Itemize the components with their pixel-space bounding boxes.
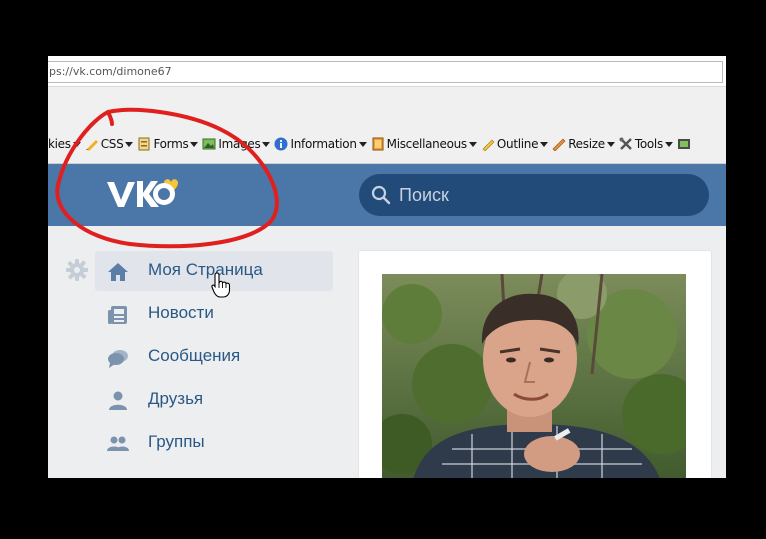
chevron-down-icon (468, 141, 477, 147)
tools-icon (619, 137, 632, 150)
outline-pencil-icon (482, 139, 495, 151)
sidebar-item-news[interactable]: Новости (95, 294, 333, 334)
resize-icon (552, 138, 566, 151)
vk-header: Поиск (48, 164, 726, 226)
screenshot-frame: ps://vk.com/dimone67 kies CSS Forms Imag… (48, 56, 726, 478)
news-icon (108, 306, 127, 324)
search-placeholder: Поиск (399, 185, 449, 205)
sidebar-item-photos[interactable] (95, 466, 333, 478)
toolbar-item-tools[interactable]: Tools (619, 137, 673, 151)
browser-address-bar: ps://vk.com/dimone67 (48, 56, 726, 87)
chevron-down-icon (125, 141, 134, 147)
more-options-icon (677, 139, 690, 149)
toolbar-item-outline[interactable]: Outline (481, 137, 549, 151)
chevron-down-icon (72, 141, 81, 147)
toolbar-label-tools: Tools (634, 137, 663, 151)
sidebar-item-groups[interactable]: Группы (95, 423, 333, 463)
search-icon (371, 185, 391, 205)
sidebar-item-label: Моя Страница (148, 260, 263, 279)
messages-icon (108, 350, 128, 368)
url-field[interactable]: ps://vk.com/dimone67 (48, 61, 723, 83)
toolbar-label-cookies: kies (48, 137, 71, 151)
forms-icon (138, 137, 150, 151)
toolbar-item-more[interactable] (677, 137, 693, 151)
vk-logo[interactable] (104, 176, 182, 212)
home-icon (108, 263, 128, 281)
sidebar-item-label: Новости (148, 303, 214, 322)
web-developer-menu: kies CSS Forms Images Information Miscel… (48, 134, 697, 154)
toolbar-item-css[interactable]: CSS (85, 137, 134, 151)
profile-photo-card (358, 250, 712, 478)
sidebar-item-friends[interactable]: Друзья (95, 380, 333, 420)
info-icon (274, 137, 288, 151)
toolbar-item-forms[interactable]: Forms (137, 137, 199, 151)
chevron-down-icon (262, 141, 271, 147)
left-sidebar: Моя Страница Новости Сообщения Друзья Гр… (48, 226, 348, 478)
search-box[interactable]: Поиск (359, 174, 709, 216)
toolbar-item-miscellaneous[interactable]: Miscellaneous (371, 137, 477, 151)
toolbar-label-images: Images (218, 137, 261, 151)
toolbar-item-information[interactable]: Information (274, 137, 367, 151)
toolbar-label-css: CSS (100, 137, 124, 151)
chevron-down-icon (664, 141, 673, 147)
groups-icon (107, 436, 129, 451)
toolbar-label-miscellaneous: Miscellaneous (386, 137, 468, 151)
friends-icon (109, 391, 127, 410)
chevron-down-icon (540, 141, 549, 147)
chevron-down-icon (606, 141, 615, 147)
sidebar-item-label: Группы (148, 432, 205, 451)
chevron-down-icon (358, 141, 367, 147)
toolbar-label-forms: Forms (153, 137, 189, 151)
toolbar-label-outline: Outline (496, 137, 539, 151)
sidebar-item-label: Друзья (148, 389, 204, 408)
toolbar-item-images[interactable]: Images (202, 137, 271, 151)
chevron-down-icon (190, 141, 199, 147)
url-text: ps://vk.com/dimone67 (49, 65, 172, 78)
miscellaneous-icon (372, 137, 384, 151)
images-icon (202, 138, 216, 150)
sidebar-item-messages[interactable]: Сообщения (95, 337, 333, 377)
gear-icon[interactable] (66, 259, 88, 281)
toolbar-item-cookies[interactable]: kies (48, 137, 81, 151)
sidebar-item-label: Сообщения (148, 346, 241, 365)
toolbar-label-information: Information (290, 137, 357, 151)
web-developer-toolbar: kies CSS Forms Images Information Miscel… (48, 87, 726, 164)
toolbar-label-resize: Resize (568, 137, 605, 151)
toolbar-item-resize[interactable]: Resize (552, 137, 615, 151)
css-pencil-icon (85, 140, 98, 151)
profile-avatar[interactable] (382, 274, 686, 478)
photos-icon (107, 476, 129, 478)
hand-cursor-icon (211, 272, 231, 298)
